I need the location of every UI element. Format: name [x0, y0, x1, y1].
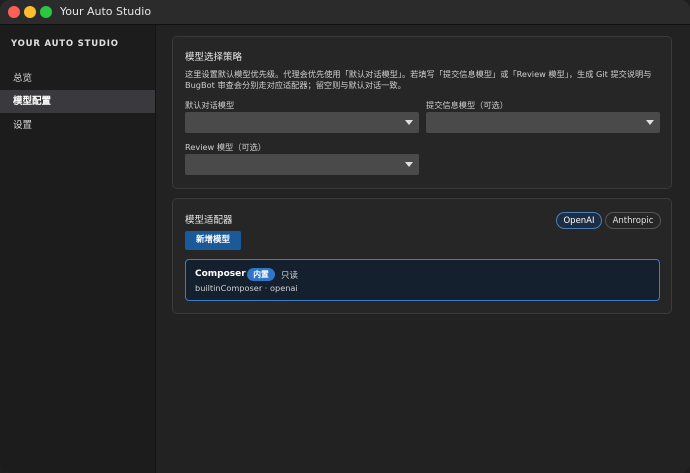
chevron-down-icon: [405, 162, 413, 167]
chevron-down-icon: [405, 120, 413, 125]
strategy-card: 模型选择策略 这里设置默认模型优先级。代理会优先使用「默认对话模型」。若填写「提…: [172, 36, 672, 189]
sidebar-brand: YOUR AUTO STUDIO: [11, 39, 119, 49]
review-model-label: Review 模型（可选）: [185, 142, 266, 152]
adapters-card: 模型适配器 OpenAI Anthropic 新增模型 Composer 内置 …: [172, 198, 672, 314]
maximize-window-button[interactable]: [40, 6, 52, 18]
model-name: Composer: [195, 269, 246, 279]
tab-anthropic[interactable]: Anthropic: [605, 212, 661, 229]
window-title: Your Auto Studio: [60, 5, 152, 18]
sidebar-item-model-config[interactable]: 模型配置: [0, 90, 155, 113]
chevron-down-icon: [646, 120, 654, 125]
app-window: Your Auto Studio YOUR AUTO STUDIO 总览 模型配…: [0, 0, 690, 473]
strategy-title: 模型选择策略: [185, 52, 243, 63]
sidebar-item-settings[interactable]: 设置: [0, 114, 155, 137]
model-meta: builtinComposer · openai: [195, 283, 298, 293]
minimize-window-button[interactable]: [24, 6, 36, 18]
default-model-select[interactable]: [185, 112, 419, 133]
close-window-button[interactable]: [8, 6, 20, 18]
adapters-title: 模型适配器: [185, 215, 233, 226]
builtin-badge: 内置: [247, 268, 275, 281]
strategy-description: 这里设置默认模型优先级。代理会优先使用「默认对话模型」。若填写「提交信息模型」或…: [185, 69, 652, 90]
sidebar-item-overview[interactable]: 总览: [0, 67, 155, 90]
add-model-button[interactable]: 新增模型: [185, 231, 241, 250]
readonly-label: 只读: [281, 271, 299, 281]
sidebar: YOUR AUTO STUDIO 总览 模型配置 设置: [0, 25, 156, 473]
commit-model-label: 提交信息模型（可选）: [426, 100, 508, 110]
model-item[interactable]: Composer 内置 只读 builtinComposer · openai: [185, 259, 660, 301]
commit-model-select[interactable]: [426, 112, 660, 133]
default-model-label: 默认对话模型: [185, 100, 235, 110]
title-bar: Your Auto Studio: [0, 0, 690, 25]
review-model-select[interactable]: [185, 154, 419, 175]
main-content: 模型选择策略 这里设置默认模型优先级。代理会优先使用「默认对话模型」。若填写「提…: [156, 25, 690, 473]
tab-openai[interactable]: OpenAI: [556, 212, 602, 229]
